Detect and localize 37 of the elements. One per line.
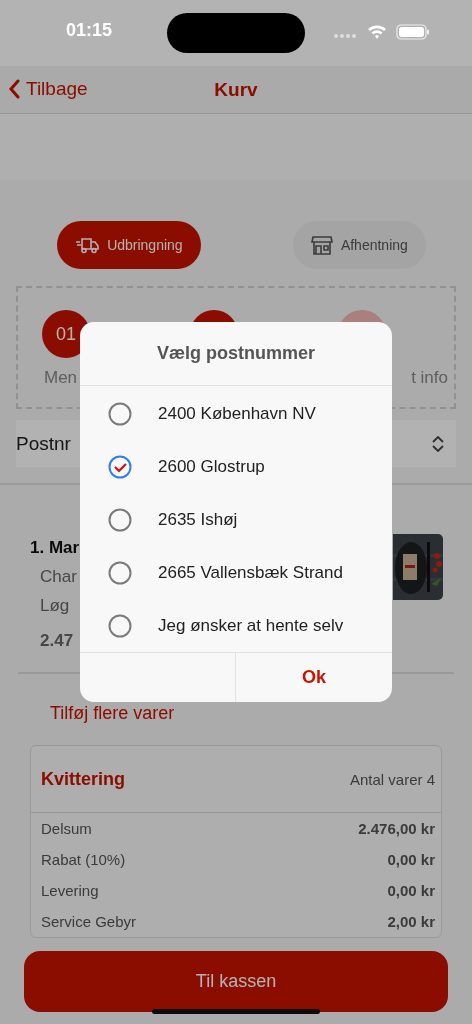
add-more-link[interactable]: Tilføj flere varer (50, 703, 175, 724)
page-title: Kurv (214, 78, 258, 101)
receipt-label: Service Gebyr (41, 913, 137, 930)
receipt-label: Levering (41, 882, 99, 899)
delivery-option-tab[interactable]: Afhentning (292, 221, 426, 269)
postcode-option[interactable]: 2600 Glostrup (80, 440, 392, 494)
receipt-value: 0,00 kr (387, 851, 435, 868)
step-label: Men (44, 368, 78, 388)
item-detail: Char (40, 567, 78, 587)
truck-icon (75, 236, 100, 254)
item-count: Antal varer 4 (349, 770, 435, 788)
receipt-value: 2,00 kr (387, 913, 435, 930)
signal-icon (334, 34, 358, 38)
item-title: 1. Mar (30, 538, 80, 558)
status-time: 01:15 (66, 20, 113, 41)
receipt-value: 2.476,00 kr (358, 820, 435, 837)
delivery-option-tab[interactable]: Udbringning (57, 221, 201, 269)
up-down-chevron-icon (432, 435, 444, 452)
postcode-option[interactable]: 2400 København NV (80, 387, 392, 441)
item-detail: Løg (40, 596, 71, 616)
back-button[interactable]: Tilbage (8, 78, 88, 100)
receipt-label: Delsum (41, 820, 92, 837)
receipt-title: Kvittering (41, 768, 125, 790)
item-price: 2.47 (40, 631, 75, 651)
postcode-option[interactable]: Jeg ønsker at hente selv (80, 599, 392, 653)
store-icon (310, 234, 333, 256)
postcode-option[interactable]: 2665 Vallensbæk Strand (80, 546, 392, 600)
dialog-title: Vælg postnummer (80, 322, 392, 387)
battery-icon (396, 24, 430, 40)
receipt-value: 0,00 kr (387, 882, 435, 899)
ok-button[interactable]: Ok (236, 653, 392, 702)
step-label: t info (411, 368, 448, 388)
chevron-left-icon (8, 79, 20, 99)
receipt-label: Rabat (10%) (41, 851, 126, 868)
checkout-button[interactable]: Til kassen (24, 951, 448, 1012)
wifi-icon (367, 24, 387, 40)
postcode-option[interactable]: 2635 Ishøj (80, 493, 392, 547)
